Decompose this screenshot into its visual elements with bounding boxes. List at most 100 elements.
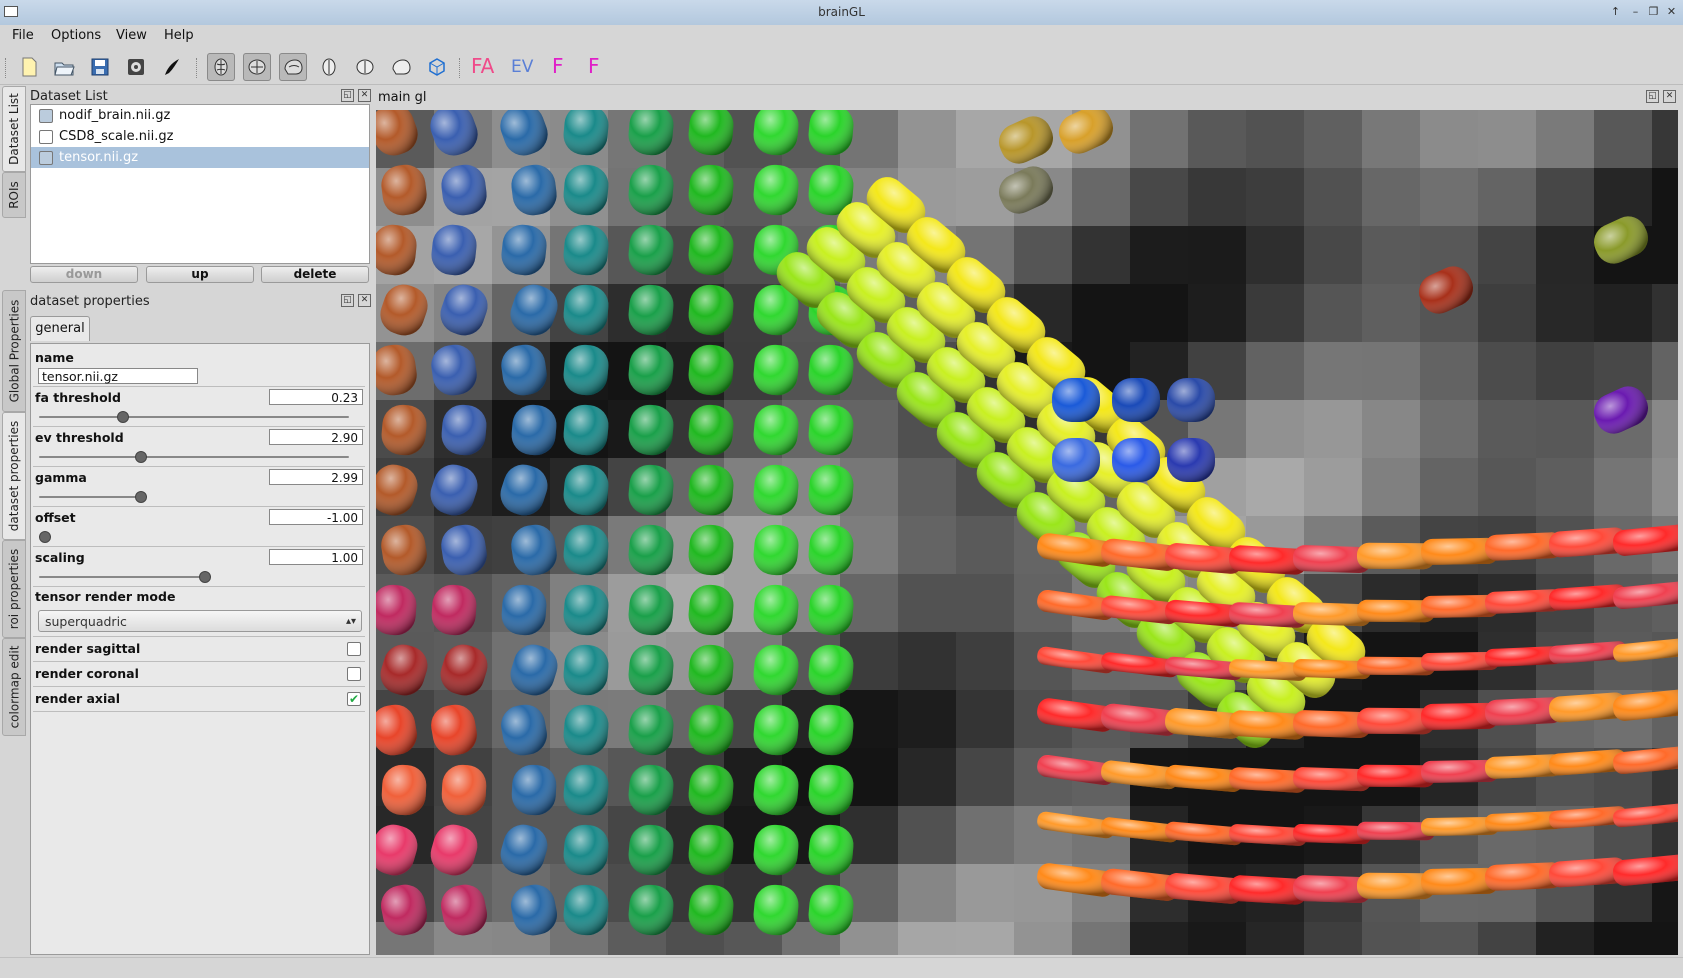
tensor-glyph: [1052, 438, 1100, 482]
render-axial-row: render axial ✔: [33, 687, 365, 712]
slider-handle[interactable]: [117, 411, 129, 423]
offset-value[interactable]: -1.00: [269, 509, 363, 525]
scaling-value[interactable]: 1.00: [269, 549, 363, 565]
toolbar-grip[interactable]: [5, 58, 9, 78]
voxel: [1072, 922, 1130, 955]
voxel: [1478, 284, 1536, 342]
list-item[interactable]: tensor.nii.gz: [31, 147, 369, 168]
voxel: [1246, 342, 1304, 400]
list-item[interactable]: nodif_brain.nii.gz: [31, 105, 369, 126]
voxel: [1130, 110, 1188, 168]
visibility-checkbox[interactable]: [39, 130, 53, 144]
scaling-slider[interactable]: [39, 571, 211, 583]
down-button[interactable]: down: [30, 266, 138, 283]
voxel: [1362, 226, 1420, 284]
maximize-icon[interactable]: ❐: [1647, 5, 1660, 18]
visibility-checkbox[interactable]: [39, 151, 53, 165]
axial-slice-icon[interactable]: [207, 53, 235, 81]
list-item[interactable]: CSD8_scale.nii.gz: [31, 126, 369, 147]
float-dock-icon[interactable]: ◱: [1646, 90, 1659, 103]
sagittal-slice-icon[interactable]: [279, 53, 307, 81]
dataset-list-title: Dataset List: [30, 89, 108, 104]
voxel: [1652, 458, 1678, 516]
open-folder-icon[interactable]: [50, 53, 78, 81]
slider-handle[interactable]: [135, 451, 147, 463]
voxel: [956, 864, 1014, 922]
side-tab-dataset-list[interactable]: Dataset List: [2, 86, 26, 172]
side-tab-dataset-properties[interactable]: dataset properties: [2, 412, 26, 540]
close-dock-icon[interactable]: ✕: [358, 294, 371, 307]
up-button[interactable]: up: [146, 266, 254, 283]
coronal-view-icon[interactable]: [351, 53, 379, 81]
slider-label: ev threshold: [35, 430, 124, 445]
gamma-slider[interactable]: [39, 491, 147, 503]
side-tab-label: ROIs: [7, 181, 22, 209]
name-field[interactable]: tensor.nii.gz: [38, 368, 198, 384]
delete-button[interactable]: delete: [261, 266, 369, 283]
toolbar-grip[interactable]: [196, 58, 200, 78]
voxel: [1536, 458, 1594, 516]
menu-view[interactable]: View: [116, 28, 147, 43]
slider-handle[interactable]: [199, 571, 211, 583]
tab-general[interactable]: general: [30, 316, 90, 341]
menu-options[interactable]: Options: [51, 28, 101, 43]
f-button[interactable]: F: [552, 54, 564, 78]
gl-render-canvas[interactable]: [376, 110, 1678, 955]
keep-above-icon[interactable]: ↑: [1609, 5, 1622, 18]
menu-help[interactable]: Help: [164, 28, 194, 43]
settings-gear-icon[interactable]: [122, 53, 150, 81]
f-button[interactable]: F: [588, 54, 600, 78]
gamma-value[interactable]: 2.99: [269, 469, 363, 485]
voxel: [1362, 284, 1420, 342]
new-file-icon[interactable]: [15, 53, 43, 81]
slider-handle[interactable]: [39, 531, 51, 543]
float-dock-icon[interactable]: ◱: [341, 294, 354, 307]
voxel: [1420, 342, 1478, 400]
pen-tool-icon[interactable]: [158, 53, 186, 81]
side-tab-global-properties[interactable]: Global Properties: [2, 290, 26, 412]
minimize-icon[interactable]: –: [1629, 5, 1642, 18]
render-axial-checkbox[interactable]: ✔: [347, 692, 361, 706]
axial-view-icon[interactable]: [315, 53, 343, 81]
render-sagittal-row: render sagittal: [33, 637, 365, 662]
ev-threshold-value[interactable]: 2.90: [269, 429, 363, 445]
side-tab-roi-properties[interactable]: roi properties: [2, 540, 26, 638]
coronal-slice-icon[interactable]: [243, 53, 271, 81]
sagittal-view-icon[interactable]: [387, 53, 415, 81]
voxel: [1594, 284, 1652, 342]
voxel: [1478, 168, 1536, 226]
toolbar-grip[interactable]: [459, 58, 463, 78]
close-dock-icon[interactable]: ✕: [358, 89, 371, 102]
dock-buttons: ◱ ✕: [1642, 90, 1676, 103]
fa-threshold-slider[interactable]: [39, 411, 349, 423]
3d-cube-icon[interactable]: [423, 53, 451, 81]
voxel: [1652, 922, 1678, 955]
side-tab-label: roi properties: [7, 548, 21, 630]
voxel: [1072, 168, 1130, 226]
close-window-icon[interactable]: ✕: [1665, 5, 1678, 18]
save-icon[interactable]: [86, 53, 114, 81]
side-tab-colormap-edit[interactable]: colormap edit: [2, 638, 26, 736]
slider-handle[interactable]: [135, 491, 147, 503]
tensor-glyph: [1112, 438, 1160, 482]
list-item-label: nodif_brain.nii.gz: [59, 108, 171, 123]
visibility-checkbox[interactable]: [39, 109, 53, 123]
voxel: [1536, 110, 1594, 168]
check-label: render coronal: [35, 666, 139, 681]
voxel: [956, 632, 1014, 690]
voxel: [1304, 226, 1362, 284]
fa-button[interactable]: FA: [471, 54, 494, 78]
menu-file[interactable]: File: [12, 28, 34, 43]
ev-threshold-slider[interactable]: [39, 451, 349, 463]
float-dock-icon[interactable]: ◱: [341, 89, 354, 102]
render-coronal-checkbox[interactable]: [347, 667, 361, 681]
offset-slider[interactable]: [39, 531, 51, 543]
fa-threshold-value[interactable]: 0.23: [269, 389, 363, 405]
side-tab-rois[interactable]: ROIs: [2, 172, 26, 218]
render-mode-select[interactable]: superquadric ▴▾: [38, 610, 362, 632]
ev-button[interactable]: EV: [511, 57, 533, 77]
voxel: [1246, 168, 1304, 226]
close-dock-icon[interactable]: ✕: [1663, 90, 1676, 103]
render-sagittal-checkbox[interactable]: [347, 642, 361, 656]
voxel: [1246, 284, 1304, 342]
